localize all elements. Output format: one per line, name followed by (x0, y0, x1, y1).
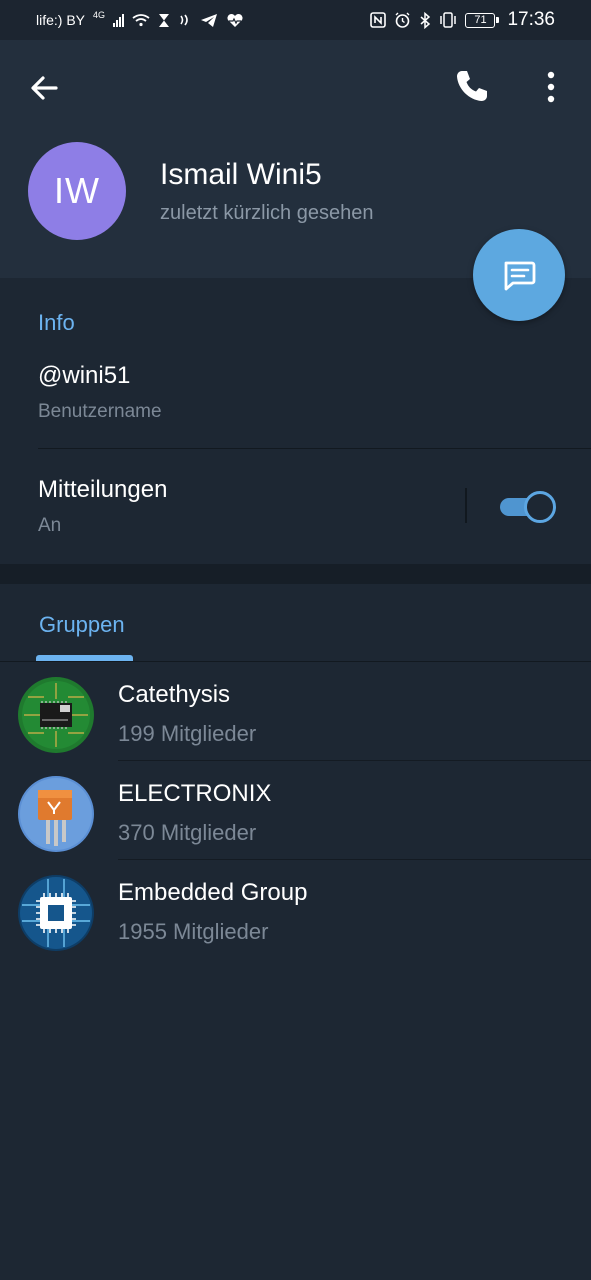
status-bar-left: life:) BY 4G (36, 10, 244, 28)
profile-name: Ismail Wini5 (160, 158, 322, 191)
list-item[interactable]: Embedded Group 1955 Mitglieder (0, 860, 591, 959)
status-bar-right: 71 17:36 (370, 9, 555, 31)
wifi-icon (132, 14, 150, 27)
group-members: 370 Mitglieder (118, 820, 257, 845)
list-item[interactable]: ELECTRONIX 370 Mitglieder (0, 761, 591, 860)
battery-icon: 71 (465, 12, 500, 28)
notifications-value: An (38, 515, 62, 536)
notifications-title[interactable]: Mitteilungen (38, 476, 167, 504)
more-vertical-icon (547, 71, 555, 103)
avatar-initials: IW (54, 170, 100, 211)
signal-icon (113, 13, 125, 27)
telegram-icon (201, 13, 218, 27)
transistor-icon (18, 776, 94, 852)
carrier-label: life:) BY (36, 12, 86, 28)
call-button[interactable] (450, 64, 494, 108)
groups-section: Gruppen Catethysis 199 Mitglieder ELECTR… (0, 584, 591, 1280)
group-members: 1955 Mitglieder (118, 919, 269, 944)
info-section: Info @wini51 Benutzername Mitteilungen A… (0, 278, 591, 564)
health-heart-icon (227, 13, 243, 27)
list-item[interactable]: Catethysis 199 Mitglieder (0, 662, 591, 761)
vibrate-icon (440, 12, 457, 28)
alarm-icon (395, 12, 410, 28)
divider (38, 448, 591, 449)
chip-icon (18, 875, 94, 951)
hourglass-icon (159, 13, 170, 27)
avatar[interactable]: IW (28, 142, 126, 240)
profile-status: zuletzt kürzlich gesehen (160, 202, 374, 224)
nfc-waves-icon (180, 14, 188, 26)
info-section-title: Info (38, 310, 75, 335)
tab-groups-label: Gruppen (39, 612, 125, 637)
network-type-label: 4G (93, 10, 106, 20)
username-label: Benutzername (38, 401, 162, 422)
group-name: Catethysis (118, 681, 231, 708)
notifications-toggle[interactable] (500, 491, 556, 523)
send-message-button[interactable] (473, 229, 565, 321)
phone-icon (457, 71, 487, 101)
section-separator (0, 564, 591, 584)
toggle-knob (524, 491, 556, 523)
group-name: Embedded Group (118, 879, 308, 906)
back-arrow-icon (31, 76, 58, 100)
clock: 17:36 (507, 9, 555, 30)
more-options-button[interactable] (532, 64, 572, 108)
username-value[interactable]: @wini51 (38, 362, 130, 390)
notifications-separator (465, 488, 467, 523)
group-members: 199 Mitglieder (118, 721, 257, 746)
message-icon (504, 261, 536, 291)
group-avatar (18, 875, 94, 951)
tab-groups[interactable]: Gruppen (36, 584, 134, 662)
bluetooth-icon (420, 11, 431, 29)
circuit-board-icon (18, 677, 94, 753)
group-avatar (18, 677, 94, 753)
nfc-icon (370, 12, 387, 28)
back-button[interactable] (24, 66, 68, 110)
group-name: ELECTRONIX (118, 780, 272, 807)
group-avatar (18, 776, 94, 852)
battery-level: 71 (474, 13, 487, 26)
status-bar: life:) BY 4G 71 17:36 (0, 0, 591, 40)
